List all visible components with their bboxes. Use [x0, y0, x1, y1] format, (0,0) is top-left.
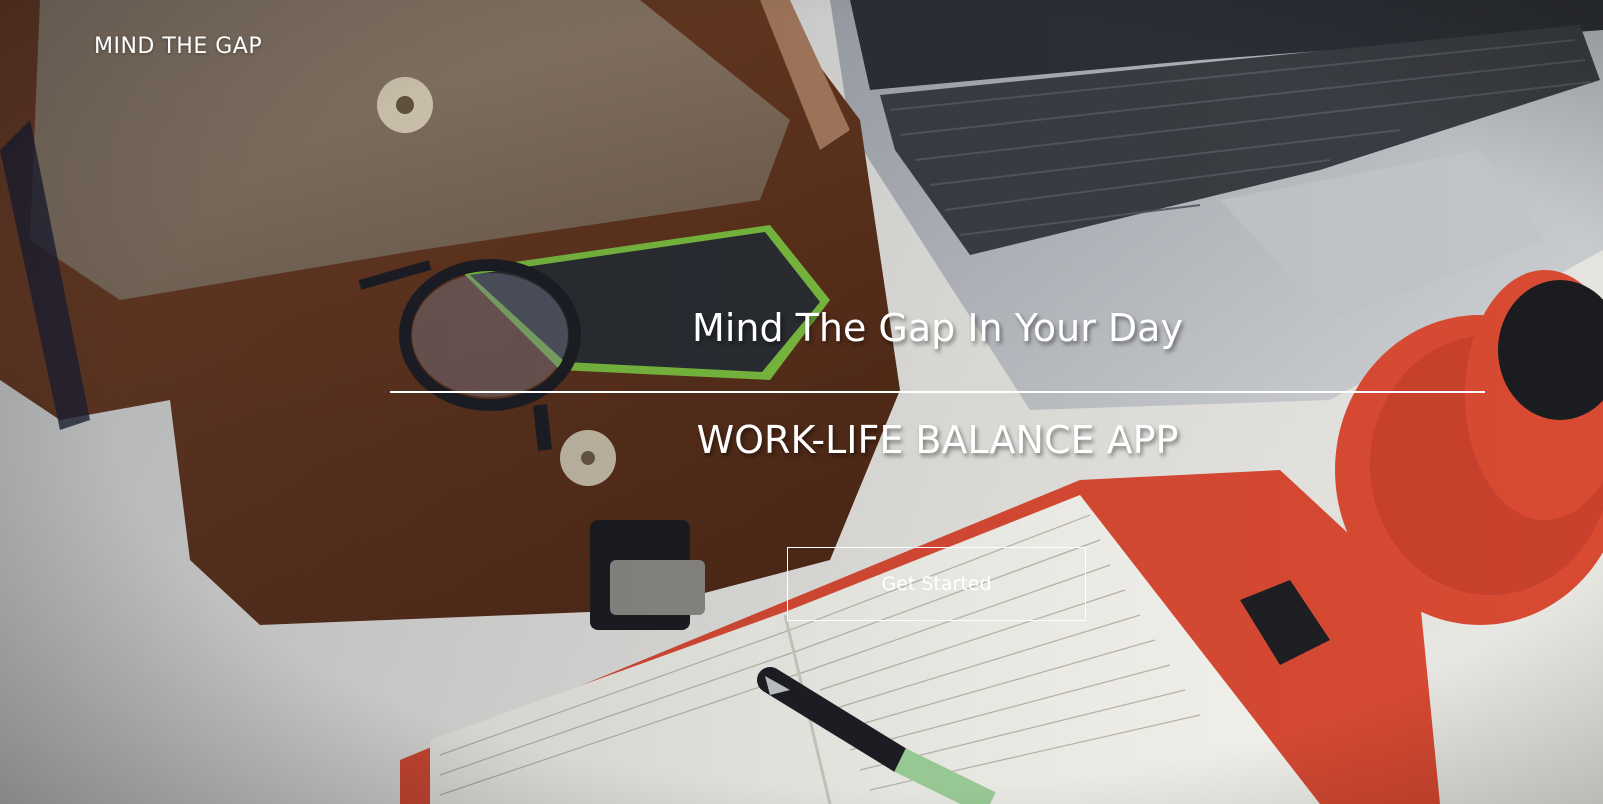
hero-section: MIND THE GAP Mind The Gap In Your Day WO…: [0, 0, 1603, 804]
get-started-button[interactable]: Get Started: [787, 547, 1086, 621]
hero-background-image: [0, 0, 1603, 804]
headline-divider: [390, 391, 1485, 393]
hero-headline: Mind The Gap In Your Day: [692, 306, 1183, 350]
brand-logo-text[interactable]: MIND THE GAP: [94, 34, 262, 59]
hero-subheadline: WORK-LIFE BALANCE APP: [696, 418, 1179, 462]
